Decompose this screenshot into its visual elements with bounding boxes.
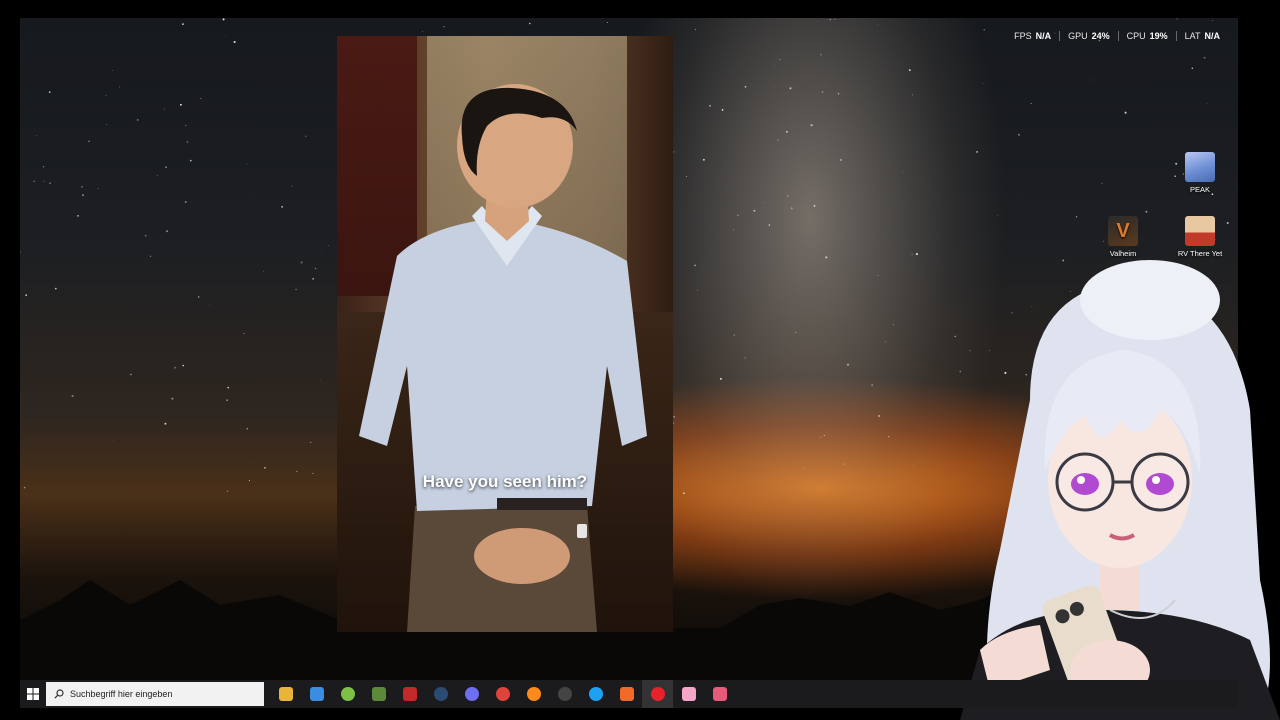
taskbar-app-button[interactable]	[518, 680, 549, 708]
taskbar-app-button[interactable]	[611, 680, 642, 708]
windows-icon	[27, 688, 39, 700]
fps-stat: FPS N/A	[1006, 31, 1059, 41]
android-icon	[340, 687, 355, 701]
start-button[interactable]	[20, 680, 46, 708]
rv-there-yet-app-icon	[1185, 216, 1215, 246]
obs-icon	[557, 687, 572, 701]
brave-icon	[619, 687, 634, 701]
steam-icon	[433, 687, 448, 701]
desktop-icon-label: PEAK	[1189, 185, 1210, 194]
fps-label: FPS	[1014, 31, 1032, 41]
taskbar-app-button[interactable]	[456, 680, 487, 708]
taskbar-app-button[interactable]	[580, 680, 611, 708]
taskbar-app-button[interactable]	[673, 680, 704, 708]
gpu-value: 24%	[1091, 31, 1110, 41]
video-subtitle: Have you seen him?	[422, 472, 588, 491]
firefox-icon	[526, 687, 541, 701]
battle-net-icon	[588, 687, 603, 701]
search-placeholder: Suchbegriff hier eingeben	[70, 689, 173, 699]
minecraft-icon	[371, 687, 386, 701]
taskbar-app-button[interactable]	[487, 680, 518, 708]
tool-icon	[712, 687, 727, 701]
taskbar-app-button[interactable]	[642, 680, 673, 708]
latency-stat: LAT N/A	[1175, 31, 1228, 41]
latency-label: LAT	[1184, 31, 1201, 41]
taskbar-app-button[interactable]	[363, 680, 394, 708]
peak-app-icon	[1185, 152, 1215, 182]
file-explorer-icon	[278, 687, 293, 701]
pink-app-icon	[681, 687, 696, 701]
discord-icon	[464, 687, 479, 701]
taskbar-pinned-apps	[270, 680, 735, 708]
search-icon	[54, 689, 64, 699]
valheim-app-icon: V	[1108, 216, 1138, 246]
taskbar-app-button[interactable]	[394, 680, 425, 708]
taskbar-app-button[interactable]	[301, 680, 332, 708]
latency-value: N/A	[1204, 31, 1221, 41]
game-launcher-icon	[402, 687, 417, 701]
cpu-value: 19%	[1149, 31, 1168, 41]
vtuber-avatar	[960, 260, 1280, 720]
cpu-stat: CPU 19%	[1117, 31, 1176, 41]
video-player[interactable]: Have you seen him?	[337, 36, 673, 632]
desktop-icon-peak[interactable]: PEAK	[1172, 152, 1228, 194]
taskbar-search-box[interactable]: Suchbegriff hier eingeben	[46, 682, 264, 706]
video-person	[359, 84, 647, 632]
performance-overlay: FPS N/A GPU 24% CPU 19% LAT N/A	[1006, 31, 1228, 41]
store-icon	[309, 687, 324, 701]
taskbar-app-button[interactable]	[549, 680, 580, 708]
cpu-label: CPU	[1126, 31, 1146, 41]
taskbar: Suchbegriff hier eingeben	[20, 680, 1238, 708]
taskbar-app-button[interactable]	[270, 680, 301, 708]
taskbar-app-button[interactable]	[332, 680, 363, 708]
gpu-stat: GPU 24%	[1059, 31, 1118, 41]
fps-value: N/A	[1035, 31, 1052, 41]
taskbar-app-button[interactable]	[704, 680, 735, 708]
taskbar-app-button[interactable]	[425, 680, 456, 708]
opera-icon	[650, 687, 665, 701]
chrome-icon	[495, 687, 510, 701]
gpu-label: GPU	[1068, 31, 1088, 41]
